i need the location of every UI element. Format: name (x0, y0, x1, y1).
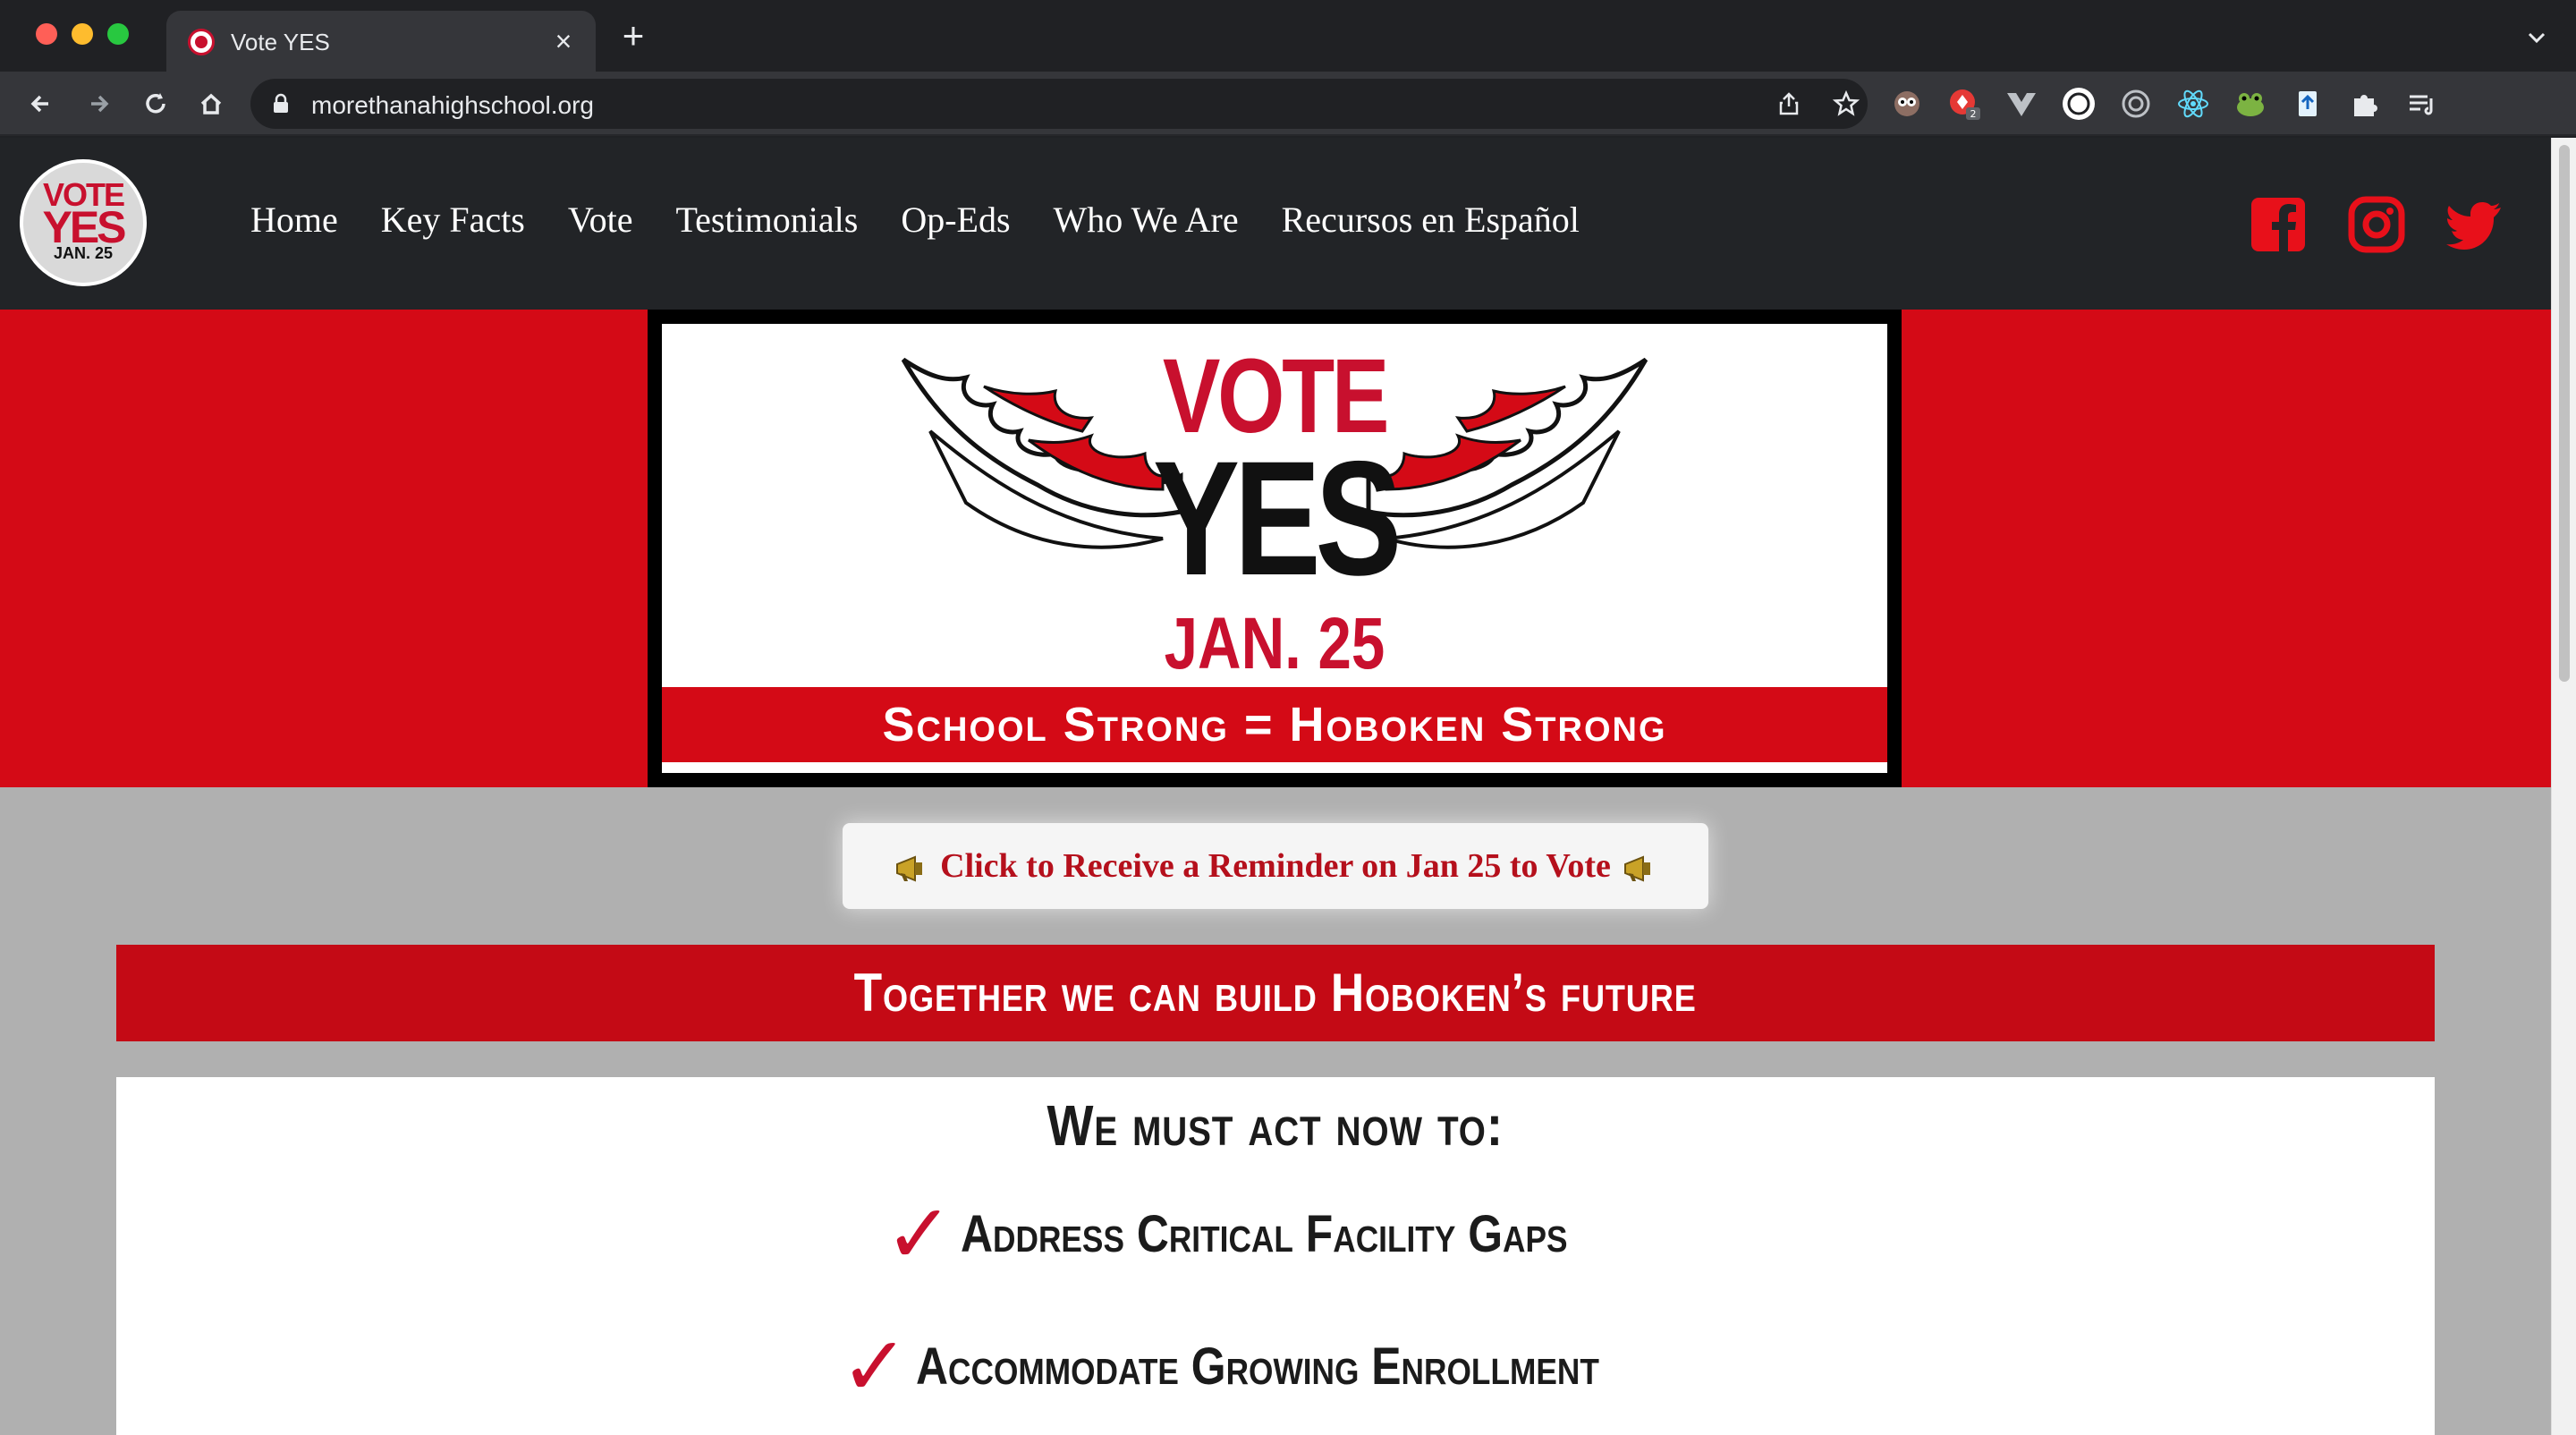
page-viewport: VOTE YES JAN. 25 Home Key Facts Vote Tes… (0, 138, 2576, 1435)
nav-who-we-are[interactable]: Who We Are (1054, 199, 1239, 241)
home-button[interactable] (191, 84, 231, 123)
extension-circle-code-icon[interactable] (2061, 86, 2097, 122)
megaphone-icon (1623, 855, 1650, 882)
nav-vote[interactable]: Vote (568, 199, 633, 241)
minimize-window-button[interactable] (72, 23, 93, 45)
close-window-button[interactable] (36, 23, 57, 45)
nav-testimonials[interactable]: Testimonials (675, 199, 858, 241)
act-now-heading-text: We must act now to: (1046, 1093, 1504, 1158)
goal-text: Accommodate Growing Enrollment (916, 1337, 1600, 1396)
banner-slogan-strip: School Strong = Hoboken Strong (662, 687, 1887, 762)
tab-active[interactable]: Vote YES × (166, 11, 596, 72)
browser-toolbar: morethanahighschool.org 2 (0, 72, 2576, 195)
banner-inner: VOTE YES JAN. 25 School Strong = Hoboken… (662, 324, 1887, 773)
twitter-icon[interactable] (2445, 195, 2504, 254)
reminder-button[interactable]: Click to Receive a Reminder on Jan 25 to… (843, 823, 1708, 909)
tab-search-chevron-icon[interactable] (2519, 20, 2555, 55)
share-icon[interactable] (1775, 89, 1803, 118)
logo-yes-text: YES (42, 202, 126, 252)
nav-op-eds[interactable]: Op-Eds (901, 199, 1010, 241)
nav-recursos-espanol[interactable]: Recursos en Español (1282, 199, 1580, 241)
checkmark-icon: ✓ (884, 1186, 954, 1282)
reminder-label: Click to Receive a Reminder on Jan 25 to… (940, 847, 1611, 885)
extension-target-icon[interactable] (2118, 86, 2154, 122)
main-nav: Home Key Facts Vote Testimonials Op-Eds … (250, 199, 1623, 241)
vote-yes-banner: VOTE YES JAN. 25 School Strong = Hoboken… (648, 310, 1902, 787)
goal-text: Address Critical Facility Gaps (961, 1205, 1568, 1263)
page-scrollbar[interactable] (2551, 138, 2576, 1435)
instagram-icon[interactable] (2347, 195, 2406, 254)
extension-red-badge-icon[interactable]: 2 (1946, 86, 1982, 122)
tab-strip: Vote YES × + (0, 0, 2576, 72)
new-tab-button[interactable]: + (614, 17, 653, 57)
extension-frog-icon[interactable] (2233, 86, 2268, 122)
site-header: VOTE YES JAN. 25 Home Key Facts Vote Tes… (0, 138, 2551, 310)
banner-slogan-text: School Strong = Hoboken Strong (882, 698, 1667, 751)
site-logo[interactable]: VOTE YES JAN. 25 (20, 159, 147, 286)
future-banner: Together we can build Hoboken’s future (116, 945, 2435, 1041)
extensions-puzzle-icon[interactable] (2347, 86, 2383, 122)
extension-blue-doc-icon[interactable] (2290, 86, 2326, 122)
logo-date-text: JAN. 25 (53, 244, 114, 262)
megaphone-icon (896, 855, 923, 882)
goals-card: We must act now to: ✓ Address Critical Fa… (116, 1077, 2435, 1435)
media-queue-icon[interactable] (2404, 86, 2440, 122)
forward-button[interactable] (79, 84, 118, 123)
nav-key-facts[interactable]: Key Facts (381, 199, 525, 241)
act-now-heading: We must act now to: (116, 1090, 2435, 1161)
facebook-icon[interactable] (2249, 195, 2308, 254)
extension-react-icon[interactable] (2175, 86, 2211, 122)
banner-date-text: JAN. 25 (1164, 603, 1385, 684)
reload-button[interactable] (136, 84, 175, 123)
site-favicon-icon (188, 29, 215, 55)
url-text[interactable]: morethanahighschool.org (311, 91, 594, 120)
goal-item: ✓ Address Critical Facility Gaps (116, 1193, 2435, 1276)
address-bar[interactable]: morethanahighschool.org (250, 79, 1868, 129)
lock-icon[interactable] (272, 93, 290, 115)
goal-item: ✓ Accommodate Growing Enrollment (116, 1326, 2435, 1408)
future-banner-text: Together we can build Hoboken’s future (854, 963, 1697, 1023)
checkmark-icon: ✓ (840, 1319, 910, 1414)
maximize-window-button[interactable] (107, 23, 129, 45)
extension-vue-icon[interactable] (2004, 86, 2039, 122)
extension-owl-icon[interactable] (1889, 86, 1925, 122)
bookmark-star-icon[interactable] (1832, 89, 1860, 118)
hero-section: VOTE YES JAN. 25 School Strong = Hoboken… (0, 310, 2551, 787)
tab-title: Vote YES (231, 29, 330, 55)
banner-yes-text: YES (1152, 427, 1402, 609)
close-tab-icon[interactable]: × (546, 23, 581, 59)
back-button[interactable] (21, 84, 61, 123)
scrollbar-thumb[interactable] (2559, 145, 2570, 682)
nav-home[interactable]: Home (250, 199, 338, 241)
extension-badge-count: 2 (1970, 108, 1977, 120)
